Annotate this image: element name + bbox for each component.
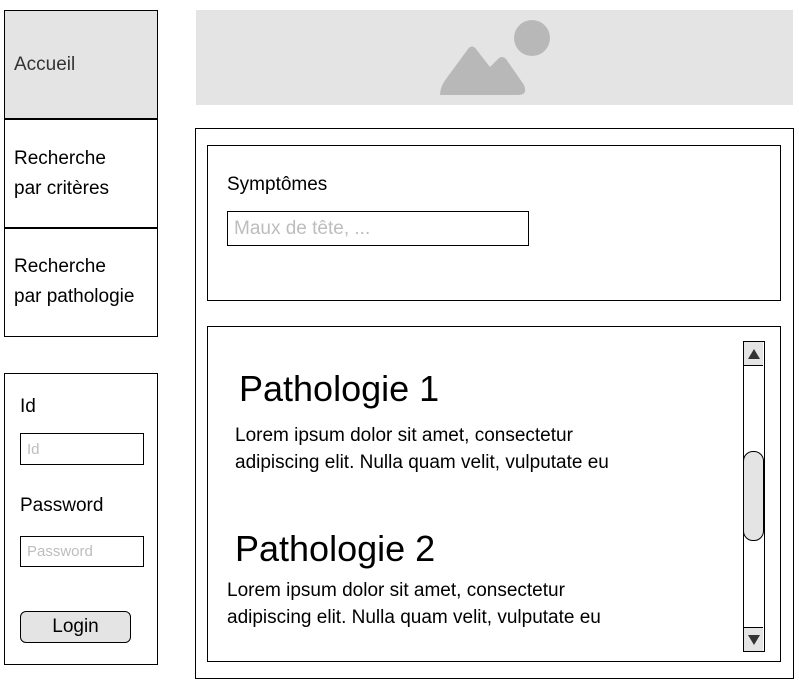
- scroll-down-button[interactable]: [744, 627, 763, 651]
- password-label: Password: [20, 495, 104, 516]
- pathology-description: Lorem ipsum dolor sit amet, consectetur …: [227, 580, 601, 628]
- id-label: Id: [20, 396, 36, 417]
- nav-item-recherche-criteres[interactable]: Recherche par critères: [4, 118, 158, 229]
- arrow-down-icon: [747, 634, 760, 645]
- nav-item-label: Recherche par pathologie: [14, 256, 135, 307]
- main-panel: Symptômes Pathologie 1 Lorem ipsum dolor…: [195, 128, 794, 679]
- results-panel: Pathologie 1 Lorem ipsum dolor sit amet,…: [207, 326, 781, 662]
- banner-image: [196, 10, 793, 105]
- nav-item-label: Recherche par critères: [14, 147, 110, 199]
- id-input[interactable]: [20, 433, 144, 465]
- scroll-up-button[interactable]: [744, 342, 763, 366]
- nav-item-label: Accueil: [14, 54, 76, 75]
- nav-item-recherche-pathologie[interactable]: Recherche par pathologie: [4, 227, 158, 337]
- scroll-thumb[interactable]: [743, 451, 764, 541]
- password-input[interactable]: [20, 536, 144, 567]
- symptoms-input[interactable]: [227, 211, 529, 246]
- results-scrollbar[interactable]: [743, 341, 765, 652]
- pathology-description: Lorem ipsum dolor sit amet, consectetur …: [235, 425, 609, 473]
- symptoms-label: Symptômes: [227, 174, 328, 195]
- pathology-title[interactable]: Pathologie 1: [239, 369, 439, 409]
- arrow-up-icon: [747, 348, 760, 359]
- image-placeholder-icon: [440, 20, 550, 95]
- login-panel: Id Password Login: [4, 373, 158, 665]
- nav-item-accueil[interactable]: Accueil: [4, 10, 158, 120]
- pathology-title[interactable]: Pathologie 2: [235, 529, 435, 569]
- login-button[interactable]: Login: [20, 611, 131, 643]
- symptoms-search-panel: Symptômes: [207, 145, 781, 301]
